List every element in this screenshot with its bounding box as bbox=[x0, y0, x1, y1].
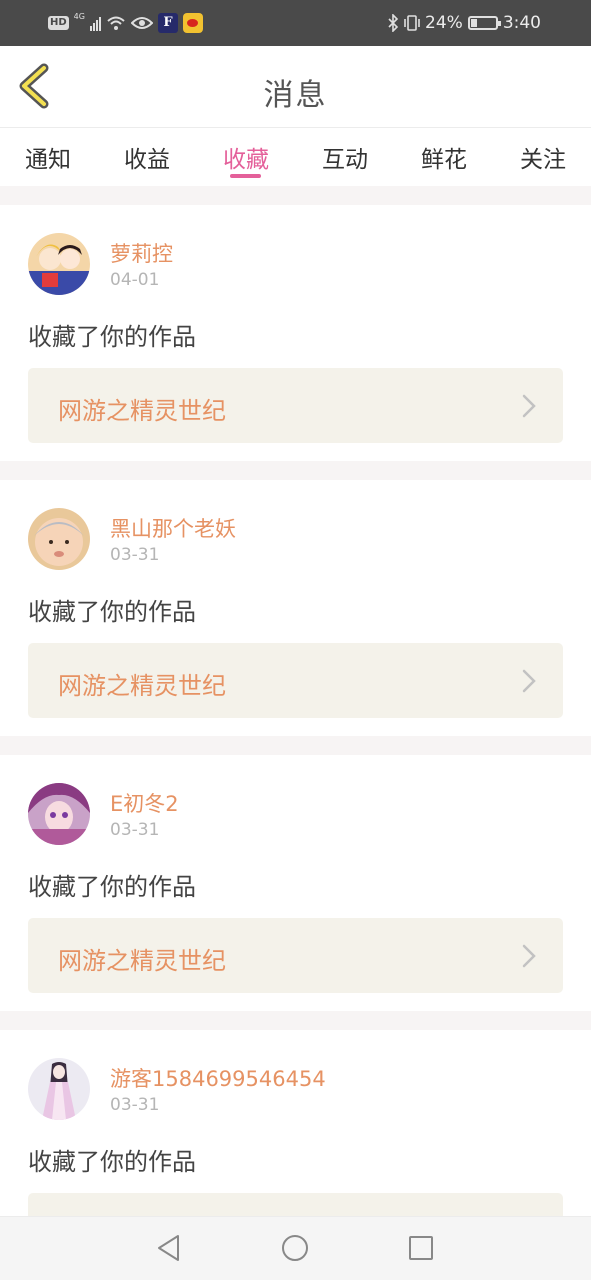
back-triangle-icon[interactable] bbox=[154, 1233, 184, 1263]
battery-percent: 24% bbox=[425, 13, 463, 33]
work-link[interactable]: 网游之精灵世纪 bbox=[28, 918, 563, 993]
action-text: 收藏了你的作品 bbox=[28, 873, 196, 901]
message-card: 黑山那个老妖 03-31 收藏了你的作品 网游之精灵世纪 bbox=[0, 480, 591, 736]
tab-bar: 通知 收益 收藏 互动 鲜花 关注 bbox=[0, 128, 591, 186]
signal-icon bbox=[89, 15, 101, 31]
hd-badge: HD bbox=[48, 16, 69, 30]
status-right: 24% 3:40 bbox=[387, 10, 541, 36]
message-card: E初冬2 03-31 收藏了你的作品 网游之精灵世纪 bbox=[0, 755, 591, 1011]
home-circle-icon[interactable] bbox=[280, 1233, 310, 1263]
message-card: 萝莉控 04-01 收藏了你的作品 网游之精灵世纪 bbox=[0, 205, 591, 461]
system-nav-bar bbox=[0, 1216, 591, 1280]
work-title: 网游之精灵世纪 bbox=[58, 397, 226, 425]
work-title: 网游之精灵世纪 bbox=[58, 672, 226, 700]
avatar[interactable] bbox=[28, 508, 90, 570]
username[interactable]: 黑山那个老妖 bbox=[110, 513, 236, 543]
bluetooth-icon bbox=[388, 14, 399, 32]
message-date: 03-31 bbox=[110, 1095, 160, 1115]
tab-follow[interactable]: 关注 bbox=[503, 140, 583, 174]
message-date: 04-01 bbox=[110, 270, 160, 290]
chevron-right-icon bbox=[522, 394, 536, 418]
eye-icon bbox=[130, 17, 153, 29]
chevron-right-icon bbox=[522, 669, 536, 693]
status-bar: HD 4G F 24% 3:40 bbox=[0, 0, 591, 46]
tab-notice[interactable]: 通知 bbox=[8, 140, 88, 174]
wifi-icon bbox=[107, 16, 125, 30]
action-text: 收藏了你的作品 bbox=[28, 598, 196, 626]
page-title: 消息 bbox=[263, 78, 328, 113]
work-link[interactable]: 网游之精灵世纪 bbox=[28, 368, 563, 443]
username[interactable]: E初冬2 bbox=[110, 788, 179, 818]
message-date: 03-31 bbox=[110, 820, 160, 840]
battery-icon bbox=[467, 16, 501, 30]
header: 消息 bbox=[0, 46, 591, 128]
tab-active-indicator bbox=[230, 174, 261, 178]
action-text: 收藏了你的作品 bbox=[28, 323, 196, 351]
tab-earnings[interactable]: 收益 bbox=[107, 140, 187, 174]
avatar[interactable] bbox=[28, 783, 90, 845]
work-link[interactable]: 网游之精灵世纪 bbox=[28, 643, 563, 718]
recents-square-icon[interactable] bbox=[406, 1233, 436, 1263]
tab-favorites[interactable]: 收藏 bbox=[206, 140, 286, 174]
network-type: 4G bbox=[73, 12, 85, 21]
username[interactable]: 萝莉控 bbox=[110, 238, 173, 268]
tab-flowers[interactable]: 鲜花 bbox=[404, 140, 484, 174]
vibrate-icon bbox=[404, 15, 420, 31]
status-left: HD 4G F bbox=[48, 10, 203, 36]
avatar[interactable] bbox=[28, 1058, 90, 1120]
weibo-icon bbox=[182, 13, 203, 33]
tab-interaction[interactable]: 互动 bbox=[305, 140, 385, 174]
app-icon: F bbox=[157, 13, 178, 33]
clock: 3:40 bbox=[502, 13, 541, 33]
action-text: 收藏了你的作品 bbox=[28, 1148, 196, 1176]
chevron-right-icon bbox=[522, 944, 536, 968]
username[interactable]: 游客1584699546454 bbox=[110, 1063, 326, 1093]
work-title: 网游之精灵世纪 bbox=[58, 947, 226, 975]
avatar[interactable] bbox=[28, 233, 90, 295]
message-date: 03-31 bbox=[110, 545, 160, 565]
